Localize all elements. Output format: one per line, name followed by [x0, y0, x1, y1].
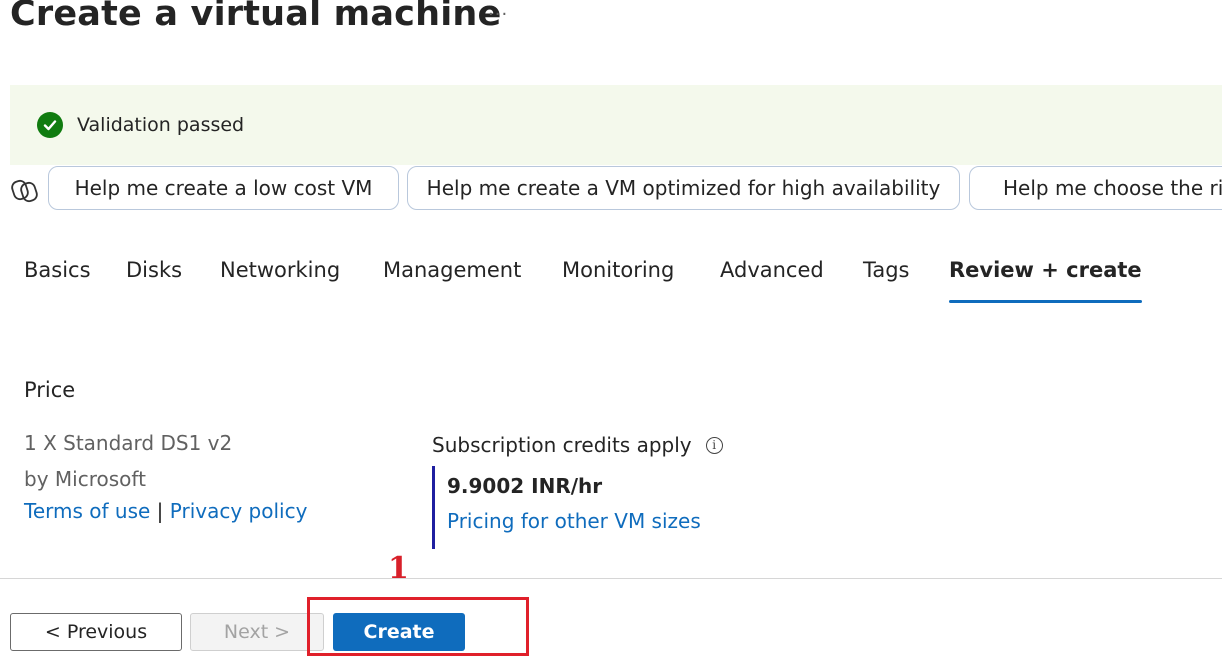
vm-product-name: 1 X Standard DS1 v2	[24, 431, 233, 455]
validation-banner: Validation passed	[10, 85, 1222, 165]
annotation-highlight-box	[307, 597, 529, 656]
page-title: Create a virtual machine	[10, 0, 502, 34]
copilot-icon	[10, 176, 40, 206]
tab-advanced[interactable]: Advanced	[720, 258, 824, 282]
tab-management[interactable]: Management	[383, 258, 521, 282]
tab-monitoring[interactable]: Monitoring	[562, 258, 674, 282]
more-options-button[interactable]: ···	[488, 4, 508, 25]
tab-networking[interactable]: Networking	[220, 258, 340, 282]
pricing-other-sizes-link[interactable]: Pricing for other VM sizes	[447, 509, 701, 533]
suggestion-choose-right-vm[interactable]: Help me choose the rig	[969, 166, 1222, 210]
validation-message: Validation passed	[77, 114, 245, 136]
tab-tags[interactable]: Tags	[863, 258, 910, 282]
link-separator: |	[156, 499, 164, 523]
rate-accent-bar	[432, 466, 435, 549]
tab-disks[interactable]: Disks	[126, 258, 182, 282]
subscription-credits: Subscription credits apply i	[432, 433, 723, 457]
terms-of-use-link[interactable]: Terms of use	[24, 499, 150, 523]
previous-button[interactable]: < Previous	[10, 613, 182, 651]
legal-links: Terms of use | Privacy policy	[24, 499, 307, 523]
tab-basics[interactable]: Basics	[24, 258, 91, 282]
annotation-number: 1	[388, 551, 409, 586]
hourly-rate: 9.9002 INR/hr	[447, 474, 603, 498]
footer-divider	[0, 578, 1222, 579]
info-icon[interactable]: i	[705, 436, 723, 454]
privacy-policy-link[interactable]: Privacy policy	[170, 499, 308, 523]
vm-publisher: by Microsoft	[24, 467, 146, 491]
suggestion-high-availability-vm[interactable]: Help me create a VM optimized for high a…	[407, 166, 960, 210]
next-button[interactable]: Next >	[190, 613, 324, 651]
subscription-credits-label: Subscription credits apply	[432, 433, 692, 457]
tab-review-create[interactable]: Review + create	[949, 258, 1142, 303]
price-heading: Price	[24, 378, 76, 402]
checkmark-circle-icon	[37, 112, 63, 138]
suggestion-low-cost-vm[interactable]: Help me create a low cost VM	[48, 166, 399, 210]
